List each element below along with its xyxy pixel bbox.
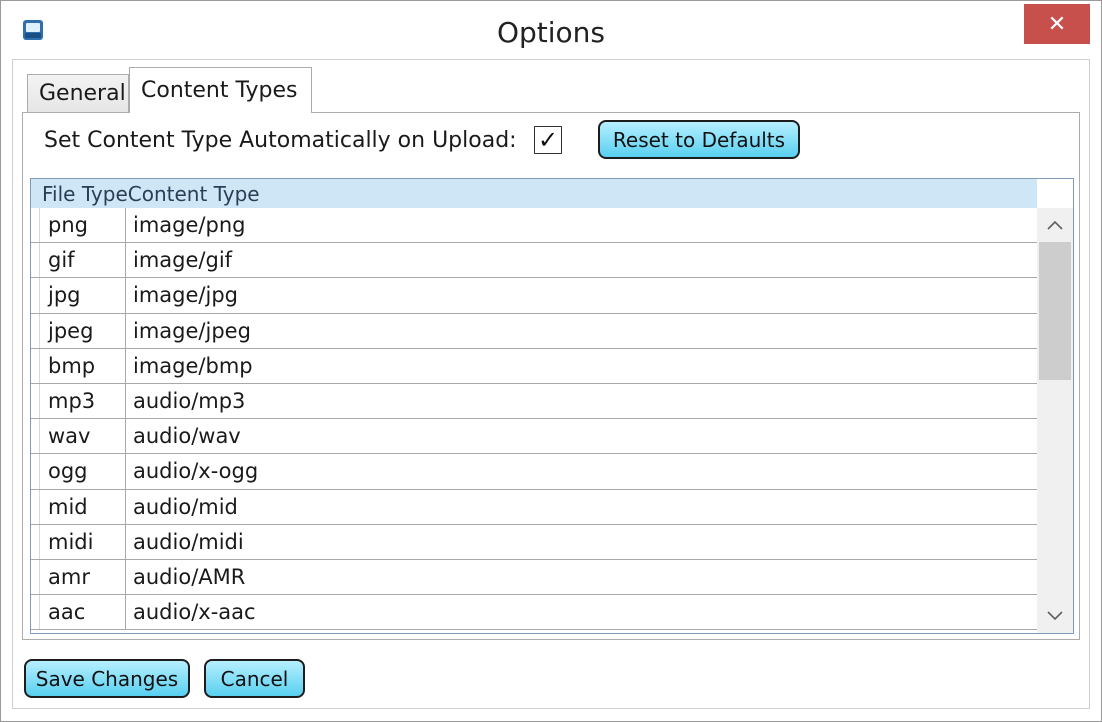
close-icon: ✕: [1047, 11, 1067, 37]
scroll-up-button[interactable]: [1037, 208, 1073, 242]
table-row[interactable]: bmp image/bmp: [31, 348, 1037, 384]
file-type-cell[interactable]: aac: [31, 595, 126, 630]
file-type-cell[interactable]: gif: [31, 243, 126, 278]
tab-general-label: General: [39, 81, 126, 106]
content-type-cell[interactable]: audio/x-aac: [126, 600, 256, 624]
table-row[interactable]: gif image/gif: [31, 243, 1037, 279]
window-title: Options: [496, 16, 606, 49]
file-type-cell[interactable]: mp3: [31, 383, 126, 419]
content-type-cell[interactable]: image/bmp: [126, 354, 253, 378]
file-type-cell[interactable]: jpeg: [31, 313, 126, 348]
file-type-cell[interactable]: bmp: [31, 348, 126, 383]
checkmark-icon: ✓: [537, 126, 559, 154]
grid-rows: png image/png gif image/gif jpg image/jpg j…: [31, 208, 1037, 631]
tab-content-types[interactable]: Content Types: [129, 67, 312, 113]
chevron-down-icon: [1047, 611, 1063, 621]
content-type-cell[interactable]: audio/mp3: [126, 389, 245, 413]
file-type-cell[interactable]: mid: [31, 489, 126, 524]
content-type-cell[interactable]: audio/mid: [126, 495, 238, 519]
column-header-content-type[interactable]: Content Type: [128, 182, 260, 206]
content-types-grid: File Type Content Type png image/png gif im…: [30, 178, 1074, 634]
content-type-cell[interactable]: audio/wav: [126, 424, 241, 448]
table-row[interactable]: jpeg image/jpeg: [31, 313, 1037, 349]
title-bar[interactable]: Options ✕: [1, 1, 1101, 57]
content-type-cell[interactable]: image/png: [126, 213, 245, 237]
table-row[interactable]: mp3 audio/mp3: [31, 383, 1037, 420]
reset-to-defaults-button[interactable]: Reset to Defaults: [598, 120, 800, 159]
table-row[interactable]: png image/png: [31, 208, 1037, 244]
file-type-cell[interactable]: midi: [31, 524, 126, 559]
table-row[interactable]: ogg audio/x-ogg: [31, 454, 1037, 490]
table-row[interactable]: wav audio/wav: [31, 419, 1037, 455]
content-type-cell[interactable]: audio/midi: [126, 530, 244, 554]
save-changes-button[interactable]: Save Changes: [24, 659, 190, 698]
scroll-thumb[interactable]: [1039, 242, 1071, 380]
table-row[interactable]: amr audio/AMR: [31, 559, 1037, 596]
table-row[interactable]: midi audio/midi: [31, 524, 1037, 560]
file-type-cell[interactable]: png: [31, 208, 126, 243]
scroll-down-button[interactable]: [1037, 599, 1073, 633]
cancel-button[interactable]: Cancel: [204, 659, 305, 698]
file-type-cell[interactable]: ogg: [31, 454, 126, 489]
auto-content-type-checkbox[interactable]: ✓: [534, 126, 562, 154]
vertical-scrollbar[interactable]: [1037, 208, 1073, 633]
content-type-cell[interactable]: image/gif: [126, 248, 232, 272]
close-button[interactable]: ✕: [1024, 4, 1090, 44]
grid-header: File Type Content Type: [31, 179, 1037, 208]
table-row[interactable]: jpg image/jpg: [31, 278, 1037, 314]
table-row[interactable]: aac audio/x-aac: [31, 595, 1037, 631]
content-type-cell[interactable]: image/jpg: [126, 283, 238, 307]
file-type-cell[interactable]: wav: [31, 419, 126, 454]
file-type-cell[interactable]: jpg: [31, 278, 126, 313]
column-header-file-type[interactable]: File Type: [31, 182, 128, 206]
content-type-cell[interactable]: audio/x-ogg: [126, 459, 258, 483]
auto-content-type-label: Set Content Type Automatically on Upload…: [44, 128, 517, 153]
chevron-up-icon: [1047, 220, 1063, 230]
content-type-cell[interactable]: image/jpeg: [126, 319, 251, 343]
file-type-cell[interactable]: amr: [31, 559, 126, 595]
tab-content-types-label: Content Types: [141, 78, 298, 103]
tab-general[interactable]: General: [27, 74, 129, 112]
content-type-cell[interactable]: audio/AMR: [126, 565, 245, 589]
table-row[interactable]: mid audio/mid: [31, 489, 1037, 525]
